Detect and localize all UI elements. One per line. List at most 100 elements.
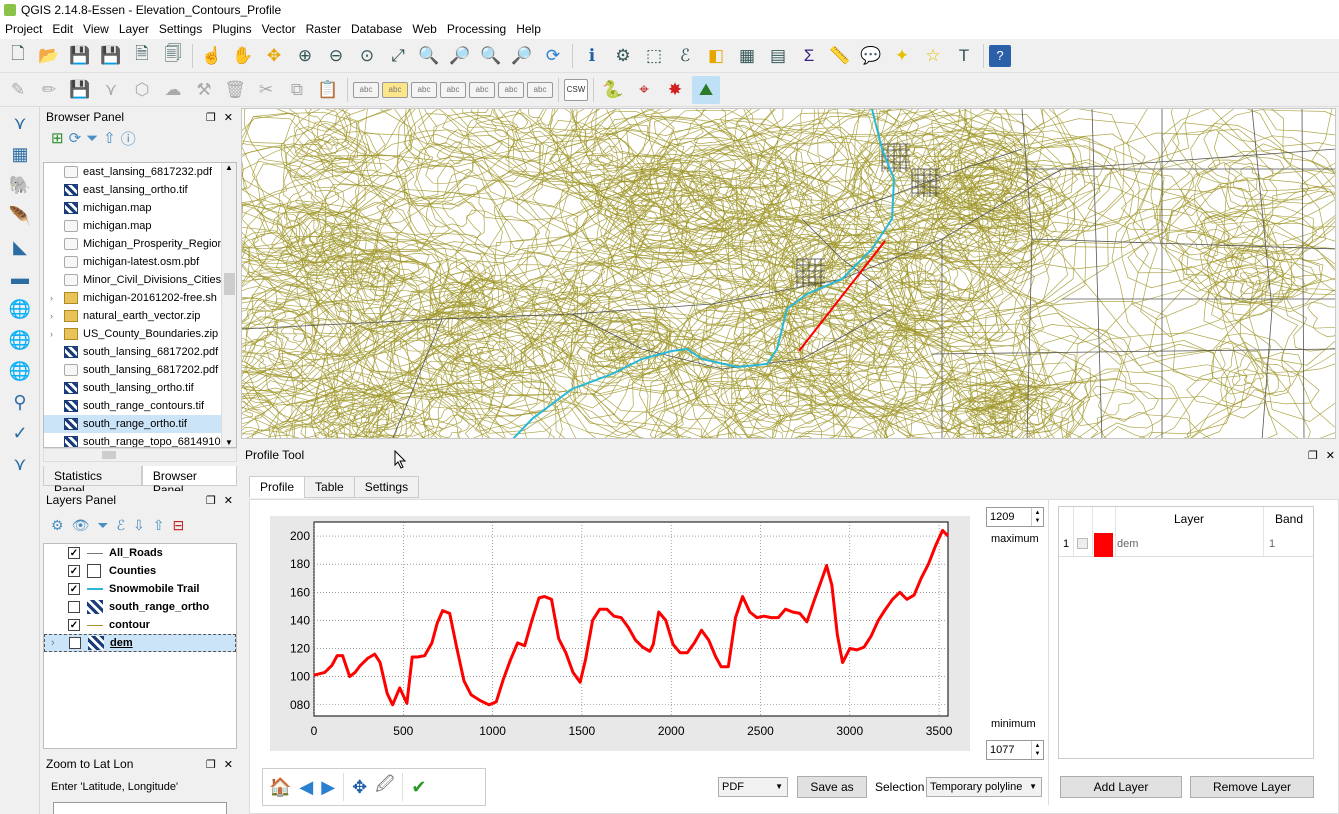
zoom-in-icon[interactable]: ⊕	[291, 42, 319, 70]
deselect-icon[interactable]: ◧	[702, 42, 730, 70]
browser-item[interactable]: south_lansing_6817202.pdf	[44, 343, 236, 361]
add-oracle-layer-icon[interactable]: ▬	[3, 263, 37, 293]
configure-subplots-icon[interactable]: 🖉	[375, 772, 394, 802]
cut-features-icon[interactable]: ✂	[252, 76, 280, 104]
latlon-input[interactable]	[53, 802, 227, 814]
chevron-right-icon[interactable]: ›	[50, 329, 60, 339]
zoom-to-selection-icon[interactable]: 🔍	[415, 42, 443, 70]
float-icon[interactable]: ❐	[1308, 449, 1318, 462]
menu-project[interactable]: Project	[0, 22, 47, 36]
selection-mode-select[interactable]: Temporary polyline ▼	[926, 777, 1042, 797]
forward-icon[interactable]: ▶	[321, 777, 335, 798]
refresh-icon[interactable]: ⟳	[69, 129, 82, 147]
layer-visibility-checkbox[interactable]	[69, 637, 81, 649]
new-spatialite-icon[interactable]: ⋎	[3, 449, 37, 479]
browser-item[interactable]: › michigan-20161202-free.sh	[44, 289, 236, 307]
filter-icon[interactable]: ⏷	[86, 130, 98, 147]
remove-layer-icon[interactable]: ⊟	[173, 517, 185, 534]
measure-icon[interactable]: 📏	[826, 42, 854, 70]
close-icon[interactable]: ✕	[224, 758, 233, 771]
zoom-native-icon[interactable]: ⊙	[353, 42, 381, 70]
add-mssql-layer-icon[interactable]: ◣	[3, 232, 37, 262]
browser-item[interactable]: › natural_earth_vector.zip	[44, 307, 236, 325]
menu-vector[interactable]: Vector	[257, 22, 301, 36]
add-postgis-layer-icon[interactable]: 🐘	[3, 170, 37, 200]
scrollbar-thumb[interactable]	[224, 273, 235, 295]
profile-tool-icon[interactable]: ⛰	[692, 75, 720, 104]
tab-browser-panel[interactable]: Browser Panel	[141, 466, 237, 497]
touch-zoom-icon[interactable]: ☝	[198, 42, 226, 70]
min-spinbox[interactable]: 1077 ▲ ▼	[986, 740, 1044, 760]
zoom-to-layer-icon[interactable]: 🔎	[446, 42, 474, 70]
layer-labeling-icon[interactable]: abc	[382, 81, 408, 98]
save-as-icon[interactable]: 💾	[97, 42, 125, 70]
visibility-icon[interactable]: 👁	[72, 517, 90, 534]
rotate-label-icon[interactable]: abc	[498, 81, 524, 98]
home-icon[interactable]: 🏠	[269, 777, 291, 798]
add-wcs-layer-icon[interactable]: 🌐	[3, 325, 37, 355]
new-print-composer-icon[interactable]: 🗎	[128, 42, 156, 70]
menu-processing[interactable]: Processing	[442, 22, 511, 36]
add-raster-layer-icon[interactable]: ▦	[3, 139, 37, 169]
text-annotation-icon[interactable]: T	[950, 42, 978, 70]
browser-item[interactable]: south_range_topo_6814910	[44, 433, 236, 447]
remove-layer-button[interactable]: Remove Layer	[1190, 776, 1314, 798]
zoom-last-icon[interactable]: 🔍	[477, 42, 505, 70]
close-icon[interactable]: ✕	[224, 111, 233, 124]
row-color-swatch[interactable]	[1094, 533, 1113, 557]
chevron-right-icon[interactable]: ›	[51, 637, 55, 649]
pin-labels-icon[interactable]: abc	[411, 81, 437, 98]
select-features-icon[interactable]: ⬚	[640, 42, 668, 70]
tab-settings[interactable]: Settings	[353, 476, 420, 498]
layer-item[interactable]: south_range_ortho	[44, 598, 236, 616]
copy-features-icon[interactable]: ⧉	[283, 76, 311, 104]
tab-statistics-panel[interactable]: Statistics Panel	[43, 466, 142, 497]
label-tool-icon[interactable]: abc	[353, 81, 379, 98]
menu-plugins[interactable]: Plugins	[207, 22, 256, 36]
pan-axes-icon[interactable]: ✥	[352, 777, 367, 798]
menu-view[interactable]: View	[78, 22, 114, 36]
browser-item[interactable]: east_lansing_ortho.tif	[44, 181, 236, 199]
browser-item[interactable]: south_lansing_ortho.tif	[44, 379, 236, 397]
layer-item[interactable]: ✓ Counties	[44, 562, 236, 580]
show-hide-labels-icon[interactable]: abc	[440, 81, 466, 98]
table-row[interactable]: 1 dem 1	[1059, 533, 1313, 557]
identify-icon[interactable]: ℹ	[578, 42, 606, 70]
tab-table[interactable]: Table	[304, 476, 355, 498]
zoom-next-icon[interactable]: 🔎	[508, 42, 536, 70]
layer-item[interactable]: ✓ contour	[44, 616, 236, 634]
scroll-up-icon[interactable]: ▲	[225, 163, 233, 172]
show-bookmarks-icon[interactable]: ☆	[919, 42, 947, 70]
map-render[interactable]	[242, 109, 1336, 439]
chevron-right-icon[interactable]: ›	[50, 293, 60, 303]
map-tips-icon[interactable]: 💬	[857, 42, 885, 70]
menu-web[interactable]: Web	[407, 22, 441, 36]
help-icon[interactable]: ?	[989, 44, 1011, 67]
add-wms-layer-icon[interactable]: 🌐	[3, 294, 37, 324]
toggle-editing-icon[interactable]: ✏	[35, 76, 63, 104]
browser-item[interactable]: south_lansing_6817202.pdf	[44, 361, 236, 379]
add-selected-icon[interactable]: ⊞	[51, 129, 64, 147]
layer-visibility-checkbox[interactable]: ✓	[68, 547, 80, 559]
field-calculator-icon[interactable]: ▤	[764, 42, 792, 70]
pan-icon[interactable]: ✋	[229, 42, 257, 70]
move-label-icon[interactable]: abc	[469, 81, 495, 98]
browser-item[interactable]: east_lansing_6817232.pdf	[44, 163, 236, 181]
add-spatialite-layer-icon[interactable]: 🪶	[3, 201, 37, 231]
add-layer-button[interactable]: Add Layer	[1060, 776, 1182, 798]
layer-item[interactable]: › dem	[44, 634, 236, 652]
select-by-expression-icon[interactable]: ℰ	[671, 42, 699, 70]
checkmark-icon[interactable]: ✔	[411, 777, 426, 798]
attribute-table-icon[interactable]: ▦	[733, 42, 761, 70]
format-select[interactable]: PDF ▼	[718, 777, 788, 797]
csw-icon[interactable]: CSW	[564, 78, 588, 101]
add-delimited-text-icon[interactable]: ⚲	[3, 387, 37, 417]
refresh-icon[interactable]: ⟳	[539, 42, 567, 70]
new-project-icon[interactable]: 🗋	[4, 42, 32, 70]
layer-visibility-checkbox[interactable]: ✓	[68, 619, 80, 631]
add-polygon-icon[interactable]: ⬡	[128, 76, 156, 104]
new-bookmark-icon[interactable]: ✦	[888, 42, 916, 70]
zoom-full-icon[interactable]: ⤢	[384, 42, 412, 70]
spin-arrows-icon[interactable]: ▲ ▼	[1031, 741, 1043, 759]
add-wfs-layer-icon[interactable]: 🌐	[3, 356, 37, 386]
